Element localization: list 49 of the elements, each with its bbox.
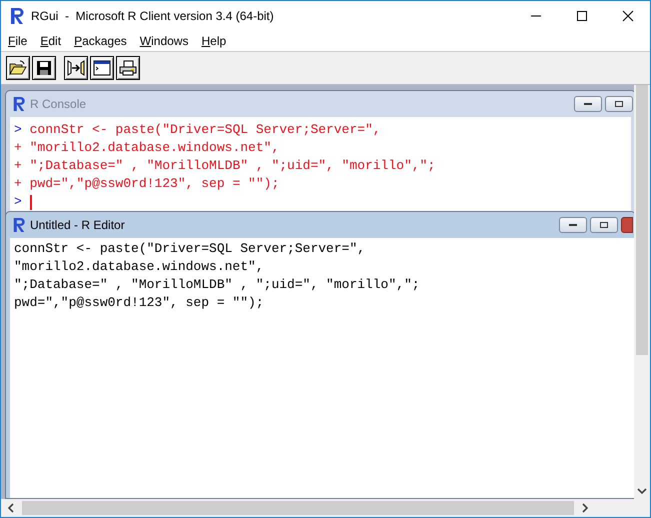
console-window-button[interactable] bbox=[90, 56, 114, 80]
window-title: RGui - Microsoft R Client version 3.4 (64-bit) bbox=[31, 9, 274, 23]
code-line: pwd=","p@ssw0rd!123", sep = ""); bbox=[14, 294, 265, 312]
prompt-symbol: > bbox=[14, 121, 22, 139]
menu-item[interactable]: File bbox=[8, 34, 28, 48]
horizontal-scrollbar[interactable] bbox=[1, 499, 650, 517]
prompt-symbol: + bbox=[14, 157, 22, 175]
minimize-button[interactable] bbox=[559, 217, 587, 233]
code-line: ";Database=" , "MorilloMLDB" , ";uid=", "morillo","; bbox=[14, 276, 421, 294]
restore-button[interactable] bbox=[590, 217, 618, 233]
code-line: connStr <- paste("Driver=SQL Server;Server=", bbox=[14, 240, 366, 258]
arrow-between-panels-icon bbox=[66, 59, 86, 77]
console-line: ";Database=" , "MorilloMLDB" , ";uid=", "morillo","; bbox=[30, 157, 436, 175]
prompt-symbol: + bbox=[14, 175, 22, 193]
scroll-thumb[interactable] bbox=[636, 85, 648, 355]
printer-icon bbox=[119, 60, 137, 76]
print-button[interactable] bbox=[116, 56, 140, 80]
folder-icon bbox=[9, 60, 27, 76]
menu-item[interactable]: Packages bbox=[74, 34, 127, 48]
open-folder-button[interactable] bbox=[6, 56, 30, 80]
prompt-symbol: + bbox=[14, 139, 22, 157]
menu-item[interactable]: Edit bbox=[40, 34, 62, 48]
save-button[interactable] bbox=[32, 56, 56, 80]
restore-icon bbox=[614, 100, 624, 108]
scroll-left-icon[interactable] bbox=[7, 503, 14, 513]
transfer-button[interactable] bbox=[64, 56, 88, 80]
scroll-down-icon[interactable] bbox=[637, 488, 647, 495]
terminal-window-icon bbox=[93, 60, 111, 76]
menu-item[interactable]: Windows bbox=[140, 34, 188, 48]
restore-icon bbox=[599, 221, 609, 229]
prompt-symbol: > bbox=[14, 193, 22, 211]
r-logo-icon bbox=[12, 96, 26, 112]
console-line: pwd=","p@ssw0rd!123", sep = ""); bbox=[30, 175, 280, 193]
console-line: "morillo2.database.windows.net", bbox=[30, 139, 280, 157]
restore-button[interactable] bbox=[605, 96, 633, 112]
maximize-icon[interactable] bbox=[576, 10, 588, 22]
scroll-thumb[interactable] bbox=[22, 501, 574, 515]
console-line: connStr <- paste("Driver=SQL Server;Server=", bbox=[30, 121, 381, 139]
close-icon[interactable] bbox=[622, 10, 634, 22]
r-logo-icon bbox=[9, 7, 25, 25]
code-line: "morillo2.database.windows.net", bbox=[14, 258, 265, 276]
scroll-right-icon[interactable] bbox=[582, 503, 589, 513]
vertical-scrollbar[interactable] bbox=[634, 85, 650, 499]
r-logo-icon bbox=[12, 217, 26, 233]
minimize-button[interactable] bbox=[574, 96, 602, 112]
close-button[interactable] bbox=[621, 217, 633, 233]
editor-title: Untitled - R Editor bbox=[30, 218, 125, 232]
console-title: R Console bbox=[30, 97, 86, 111]
menu-item[interactable]: Help bbox=[201, 34, 226, 48]
